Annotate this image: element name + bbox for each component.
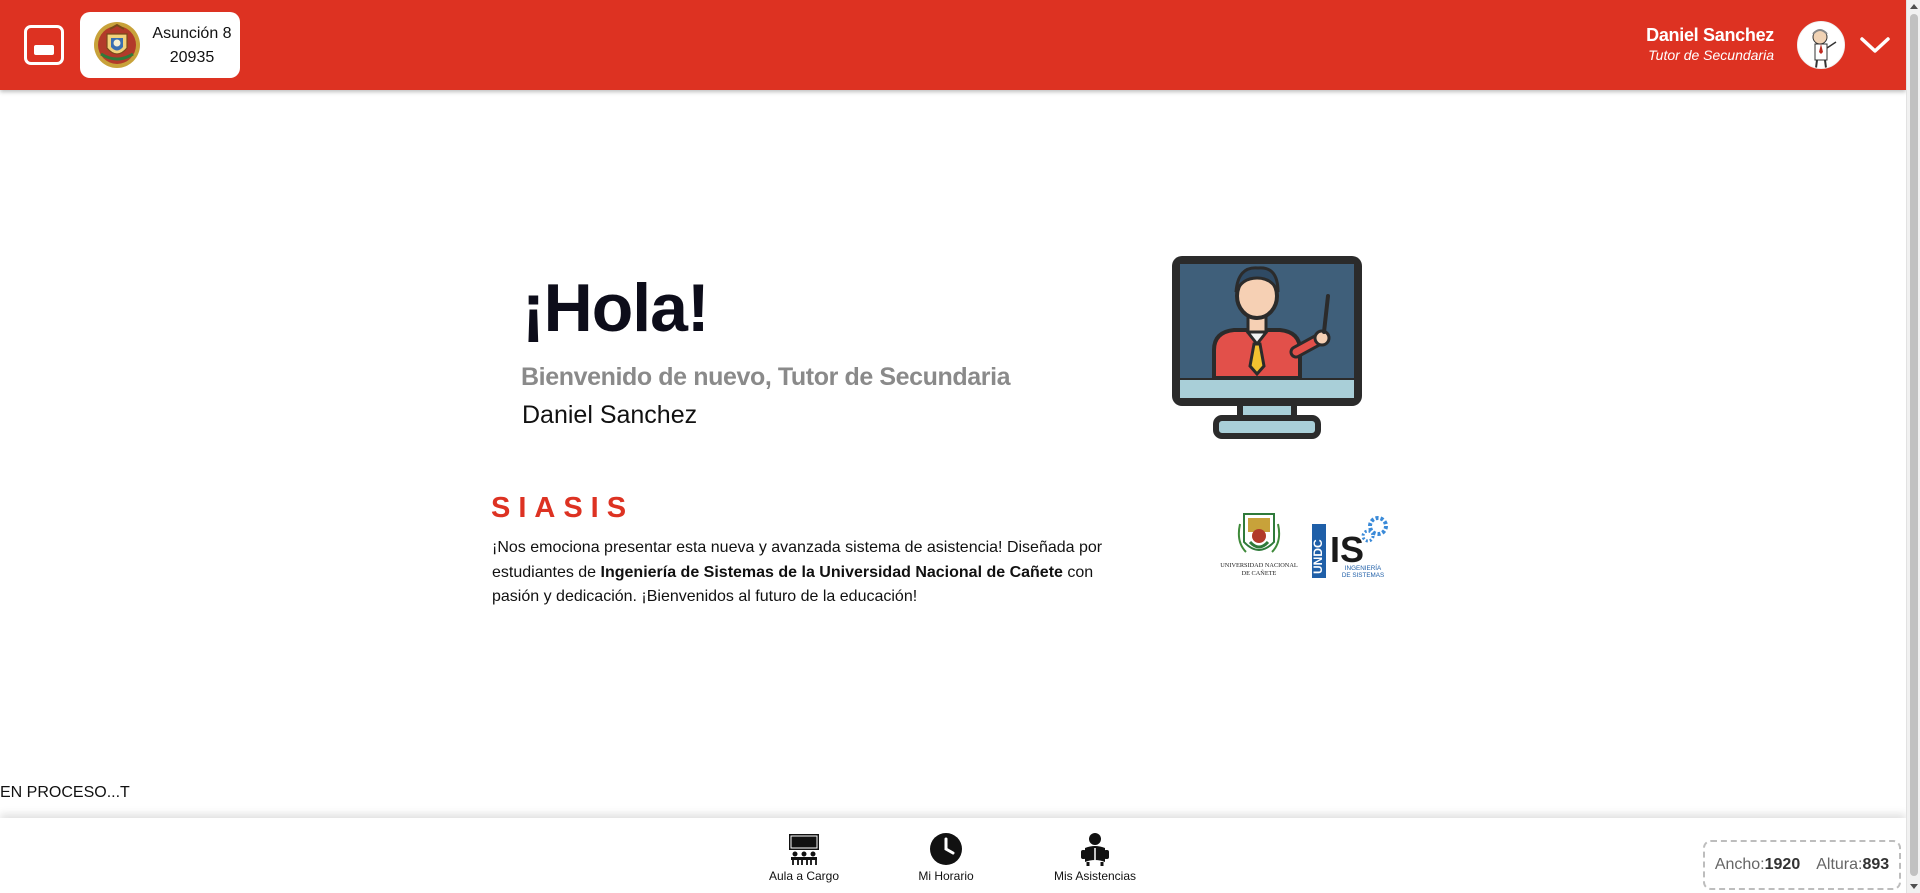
undc-logo-text-1: UNIVERSIDAD NACIONAL [1220, 562, 1298, 569]
user-info: Daniel Sanchez Tutor de Secundaria [1646, 24, 1774, 64]
bottom-nav: Aula a Cargo Mi Horario Mis Asistencias … [0, 818, 1906, 893]
welcome-message: Bienvenido de nuevo, Tutor de Secundaria [521, 363, 1011, 391]
greeting-heading: ¡Hola! [522, 270, 710, 346]
undc-logo-text-2: DE CAÑETE [1242, 569, 1277, 577]
user-name: Daniel Sanchez [1646, 25, 1774, 45]
siasis-title: SIASIS [491, 492, 635, 524]
school-card: Asunción 8 20935 [80, 12, 240, 78]
top-header: Asunción 8 20935 Daniel Sanchez Tutor de… [0, 0, 1906, 90]
scroll-down-icon[interactable] [1910, 884, 1918, 889]
scroll-up-icon[interactable] [1910, 4, 1918, 9]
school-info: Asunción 8 20935 [146, 22, 238, 70]
undc-logo: UNIVERSIDAD NACIONAL DE CAÑETE [1220, 513, 1298, 577]
user-role: Tutor de Secundaria [1648, 47, 1774, 63]
chevron-down-icon[interactable] [1858, 33, 1892, 57]
description-university: Ingeniería de Sistemas de la Universidad… [600, 563, 1063, 581]
classroom-icon [789, 834, 819, 865]
nav-item-label: Mis Asistencias [1053, 869, 1137, 883]
is-logo-text-2: DE SISTEMAS [1342, 572, 1384, 579]
svg-text:UNDC: UNDC [1311, 539, 1325, 574]
hero-user-name: Daniel Sanchez [522, 401, 698, 429]
width-label: Ancho: [1714, 856, 1765, 873]
width-value: 1920 [1764, 856, 1801, 873]
scroll-thumb[interactable] [1910, 14, 1918, 876]
school-name: Asunción 8 [152, 25, 232, 42]
siasis-description: ¡Nos emociona presentar esta nueva y ava… [492, 536, 1112, 610]
teacher-avatar-icon [1798, 22, 1844, 68]
school-crest-icon [94, 22, 140, 68]
teacher-monitor-illustration [1172, 256, 1362, 439]
nav-item-label: Aula a Cargo [768, 869, 840, 883]
vertical-scrollbar[interactable] [1906, 0, 1920, 893]
nav-item-mi-horario[interactable]: Mi Horario [905, 832, 987, 883]
avatar[interactable] [1797, 21, 1845, 69]
height-label: Altura: [1816, 856, 1863, 873]
height-value: 893 [1862, 856, 1890, 873]
svg-text:IS: IS [1330, 529, 1364, 570]
is-logo-text-1: INGENIERÍA [1345, 563, 1382, 572]
sidebar-toggle-button[interactable] [24, 25, 64, 65]
nav-item-label: Mi Horario [918, 869, 974, 883]
clock-icon [930, 833, 962, 865]
viewport-dimensions-badge: Ancho:1920 Altura:893 [1703, 840, 1901, 890]
ingenieria-sistemas-logo: UNDC IS INGENIERÍA DE SISTEMAS [1311, 516, 1388, 579]
reading-student-icon [1081, 833, 1109, 866]
status-text: EN PROCESO...T [0, 784, 130, 801]
nav-item-mis-asistencias[interactable]: Mis Asistencias [1047, 832, 1143, 883]
nav-item-aula-a-cargo[interactable]: Aula a Cargo [765, 832, 843, 883]
panel-icon [34, 45, 54, 55]
school-code: 20935 [169, 49, 215, 66]
